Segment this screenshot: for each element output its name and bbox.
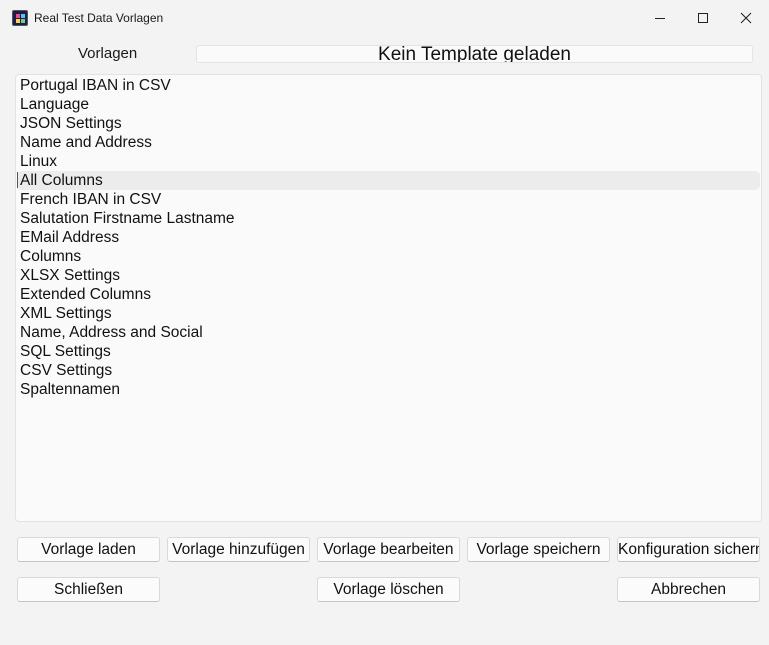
backup-config-button[interactable]: Konfiguration sichern <box>617 537 760 562</box>
load-template-button[interactable]: Vorlage laden <box>17 537 160 562</box>
template-status-text: Kein Template geladen <box>378 45 571 63</box>
title-bar[interactable]: Real Test Data Vorlagen <box>0 0 769 36</box>
template-list-item[interactable]: JSON Settings <box>17 114 760 133</box>
template-status-field: Kein Template geladen <box>196 45 753 63</box>
template-list-item[interactable]: Language <box>17 95 760 114</box>
close-window-button[interactable] <box>723 0 769 36</box>
template-list-item[interactable]: All Columns <box>17 171 760 190</box>
app-icon <box>12 10 28 26</box>
template-list-item[interactable]: EMail Address <box>17 228 760 247</box>
cancel-button[interactable]: Abbrechen <box>617 577 760 602</box>
template-list-item[interactable]: Extended Columns <box>17 285 760 304</box>
save-template-button[interactable]: Vorlage speichern <box>467 537 610 562</box>
template-list-item[interactable]: Linux <box>17 152 760 171</box>
template-list-item[interactable]: French IBAN in CSV <box>17 190 760 209</box>
template-list-item[interactable]: Spaltennamen <box>17 380 760 399</box>
template-list-item[interactable]: Name, Address and Social <box>17 323 760 342</box>
close-button[interactable]: Schließen <box>17 577 160 602</box>
template-list-item[interactable]: XML Settings <box>17 304 760 323</box>
template-list-item[interactable]: Columns <box>17 247 760 266</box>
add-template-button[interactable]: Vorlage hinzufügen <box>167 537 310 562</box>
template-list-item[interactable]: Name and Address <box>17 133 760 152</box>
minimize-button[interactable] <box>637 0 683 36</box>
window-title: Real Test Data Vorlagen <box>34 11 164 25</box>
maximize-icon <box>698 13 708 23</box>
templates-label: Vorlagen <box>78 45 138 62</box>
template-list-item[interactable]: Portugal IBAN in CSV <box>17 76 760 95</box>
minimize-icon <box>655 18 665 19</box>
maximize-button[interactable] <box>680 0 726 36</box>
delete-template-button[interactable]: Vorlage löschen <box>317 577 460 602</box>
template-list-item[interactable]: SQL Settings <box>17 342 760 361</box>
close-icon <box>740 12 752 24</box>
templates-window: Real Test Data Vorlagen Vorlagen Kein Te… <box>0 0 769 645</box>
edit-template-button[interactable]: Vorlage bearbeiten <box>317 537 460 562</box>
template-list-item[interactable]: Salutation Firstname Lastname <box>17 209 760 228</box>
template-list[interactable]: Portugal IBAN in CSV Language JSON Setting… <box>15 74 762 522</box>
template-list-item[interactable]: CSV Settings <box>17 361 760 380</box>
template-list-item[interactable]: XLSX Settings <box>17 266 760 285</box>
